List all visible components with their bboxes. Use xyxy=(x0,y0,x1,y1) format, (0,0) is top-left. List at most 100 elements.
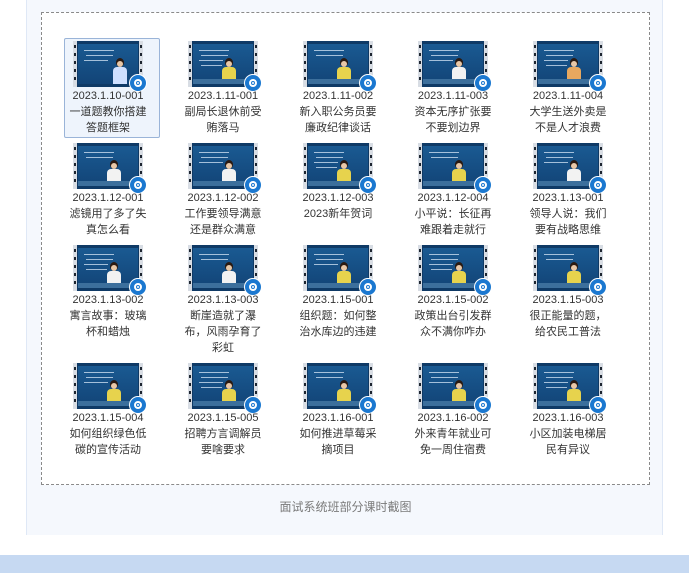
video-thumbnail[interactable] xyxy=(188,245,262,296)
video-caption: 2023.1.12-002 工作要领导满意 还是群众满意 xyxy=(173,190,273,238)
video-thumbnail[interactable] xyxy=(418,245,492,296)
slide-text-line xyxy=(544,152,574,153)
video-thumbnail-item[interactable]: 2023.1.10-001 一道题教你搭建 答题框架 xyxy=(58,30,160,140)
video-caption: 2023.1.12-003 2023新年贺词 xyxy=(288,190,388,222)
presenter-face xyxy=(226,61,232,67)
video-thumbnail-item[interactable]: 2023.1.12-004 小平说：长征再 难跟着走就行 xyxy=(403,132,503,242)
video-thumbnail[interactable] xyxy=(73,41,147,92)
video-caption: 2023.1.15-002 政策出台引发群 众不满你咋办 xyxy=(403,292,503,340)
slide-text-line xyxy=(316,157,343,158)
video-thumbnail-item[interactable]: 2023.1.16-003 小区加装电梯居 民有异议 xyxy=(518,352,618,462)
video-caption: 2023.1.13-003 断崖造就了瀑 布，风雨孕育了 彩虹 xyxy=(173,292,273,356)
video-title-line-2: 要啥要求 xyxy=(201,444,245,456)
video-thumbnail[interactable] xyxy=(73,143,147,194)
video-thumbnail-item[interactable]: 2023.1.11-002 新入职公务员要 廉政纪律谈话 xyxy=(288,30,388,140)
film-strip-left xyxy=(418,245,422,291)
video-caption: 2023.1.11-004 大学生送外卖是 不是人才浪费 xyxy=(518,88,618,136)
film-strip-left xyxy=(73,41,77,87)
video-thumbnail-item[interactable]: 2023.1.15-003 很正能量的题， 给农民工普法 xyxy=(518,234,618,344)
slide-text-line xyxy=(199,254,229,255)
slide-text-line xyxy=(84,152,114,153)
film-strip-left xyxy=(188,245,192,291)
video-thumbnail-item[interactable]: 2023.1.15-004 如何组织绿色低 碳的宣传活动 xyxy=(58,352,158,462)
video-thumbnail[interactable] xyxy=(188,363,262,414)
video-thumbnail[interactable] xyxy=(418,363,492,414)
video-thumbnail[interactable] xyxy=(188,41,262,92)
slide-text-line xyxy=(429,152,459,153)
film-strip-left xyxy=(533,245,537,291)
presenter-face xyxy=(111,163,117,169)
video-date-code: 2023.1.10-001 xyxy=(72,90,144,102)
slide-text-line xyxy=(201,377,228,378)
presenter-face xyxy=(456,383,462,389)
slide-text-line xyxy=(429,382,453,383)
slide-text-line xyxy=(84,264,108,265)
video-caption: 2023.1.16-003 小区加装电梯居 民有异议 xyxy=(518,410,618,458)
video-thumbnail[interactable] xyxy=(73,363,147,414)
video-thumbnail[interactable] xyxy=(303,363,377,414)
video-title-line-1: 小区加装电梯居 xyxy=(529,428,607,440)
film-strip-left xyxy=(303,363,307,409)
page: 2023.1.10-001 一道题教你搭建 答题框架 2023.1.11-001 副局长… xyxy=(0,0,689,573)
slide-text-line xyxy=(546,387,567,388)
video-thumbnail[interactable] xyxy=(188,143,262,194)
video-title-line-1: 招聘方言调解员 xyxy=(184,428,262,440)
video-date-code: 2023.1.15-005 xyxy=(187,412,259,424)
film-strip-left xyxy=(418,143,422,189)
video-caption: 2023.1.11-003 资本无序扩张要 不要划边界 xyxy=(403,88,503,136)
video-thumbnail-item[interactable]: 2023.1.12-002 工作要领导满意 还是群众满意 xyxy=(173,132,273,242)
video-thumbnail-item[interactable]: 2023.1.11-004 大学生送外卖是 不是人才浪费 xyxy=(518,30,618,140)
video-thumbnail[interactable] xyxy=(533,41,607,92)
presenter-face xyxy=(571,163,577,169)
slide-text-line xyxy=(86,157,113,158)
video-thumbnail[interactable] xyxy=(533,143,607,194)
video-title-line-1: 资本无序扩张要 xyxy=(414,106,492,118)
film-strip-left xyxy=(418,41,422,87)
slide-text-line xyxy=(84,372,114,373)
video-thumbnail[interactable] xyxy=(303,41,377,92)
presenter-face xyxy=(111,265,117,271)
video-thumbnail-item[interactable]: 2023.1.16-002 外来青年就业可 免一周住宿费 xyxy=(403,352,503,462)
video-thumbnail[interactable] xyxy=(533,245,607,296)
video-thumbnail-item[interactable]: 2023.1.13-002 寓言故事：玻璃 杯和蜡烛 xyxy=(58,234,158,344)
video-thumbnail-item[interactable]: 2023.1.15-001 组织题：如何整 治水库边的违建 xyxy=(288,234,388,344)
slide-text-line xyxy=(544,162,568,163)
slide-text-line xyxy=(199,372,229,373)
video-thumbnail-item[interactable]: 2023.1.16-001 如何推进草莓采 摘项目 xyxy=(288,352,388,462)
slide-text-line xyxy=(314,372,344,373)
slide-text-line xyxy=(86,269,107,270)
video-thumbnail[interactable] xyxy=(303,245,377,296)
video-thumbnail[interactable] xyxy=(418,143,492,194)
video-thumbnail[interactable] xyxy=(418,41,492,92)
video-caption: 2023.1.11-002 新入职公务员要 廉政纪律谈话 xyxy=(288,88,388,136)
presenter-face xyxy=(226,163,232,169)
video-thumbnail-item[interactable]: 2023.1.13-003 断崖造就了瀑 布，风雨孕育了 彩虹 xyxy=(173,234,273,354)
video-thumbnail[interactable] xyxy=(533,363,607,414)
video-thumbnail-item[interactable]: 2023.1.11-003 资本无序扩张要 不要划边界 xyxy=(403,30,503,140)
video-thumbnail-item[interactable]: 2023.1.15-005 招聘方言调解员 要啥要求 xyxy=(173,352,273,462)
video-date-code: 2023.1.13-001 xyxy=(532,192,604,204)
video-caption: 2023.1.12-001 滤镜用了多了失 真怎么看 xyxy=(58,190,158,238)
video-thumbnail-item[interactable]: 2023.1.11-001 副局长退休前受 贿落马 xyxy=(173,30,273,140)
slide-text-line xyxy=(201,55,228,56)
video-thumbnail-item[interactable]: 2023.1.13-001 领导人说：我们 要有战略思维 xyxy=(518,132,618,242)
video-thumbnail-item[interactable]: 2023.1.15-002 政策出台引发群 众不满你咋办 xyxy=(403,234,503,344)
slide-text-line xyxy=(84,382,108,383)
video-title-line-1: 新入职公务员要 xyxy=(299,106,377,118)
slide-text-line xyxy=(431,157,458,158)
slide-text-line xyxy=(84,60,108,61)
slide-text-line xyxy=(84,254,114,255)
slide-text-line xyxy=(316,377,343,378)
slide-text-line xyxy=(544,382,568,383)
slide-text-line xyxy=(86,259,113,260)
video-thumbnail[interactable] xyxy=(73,245,147,296)
video-thumbnail[interactable] xyxy=(303,143,377,194)
film-strip-left xyxy=(73,363,77,409)
video-thumbnail-item[interactable]: 2023.1.12-001 滤镜用了多了失 真怎么看 xyxy=(58,132,158,242)
video-title-line-2: 治水库边的违建 xyxy=(299,326,377,338)
video-title-line-2: 免一周住宿费 xyxy=(420,444,486,456)
video-caption: 2023.1.15-004 如何组织绿色低 碳的宣传活动 xyxy=(58,410,158,458)
video-title-line-1: 外来青年就业可 xyxy=(414,428,492,440)
video-date-code: 2023.1.11-003 xyxy=(417,90,489,102)
video-thumbnail-item[interactable]: 2023.1.12-003 2023新年贺词 xyxy=(288,132,388,242)
